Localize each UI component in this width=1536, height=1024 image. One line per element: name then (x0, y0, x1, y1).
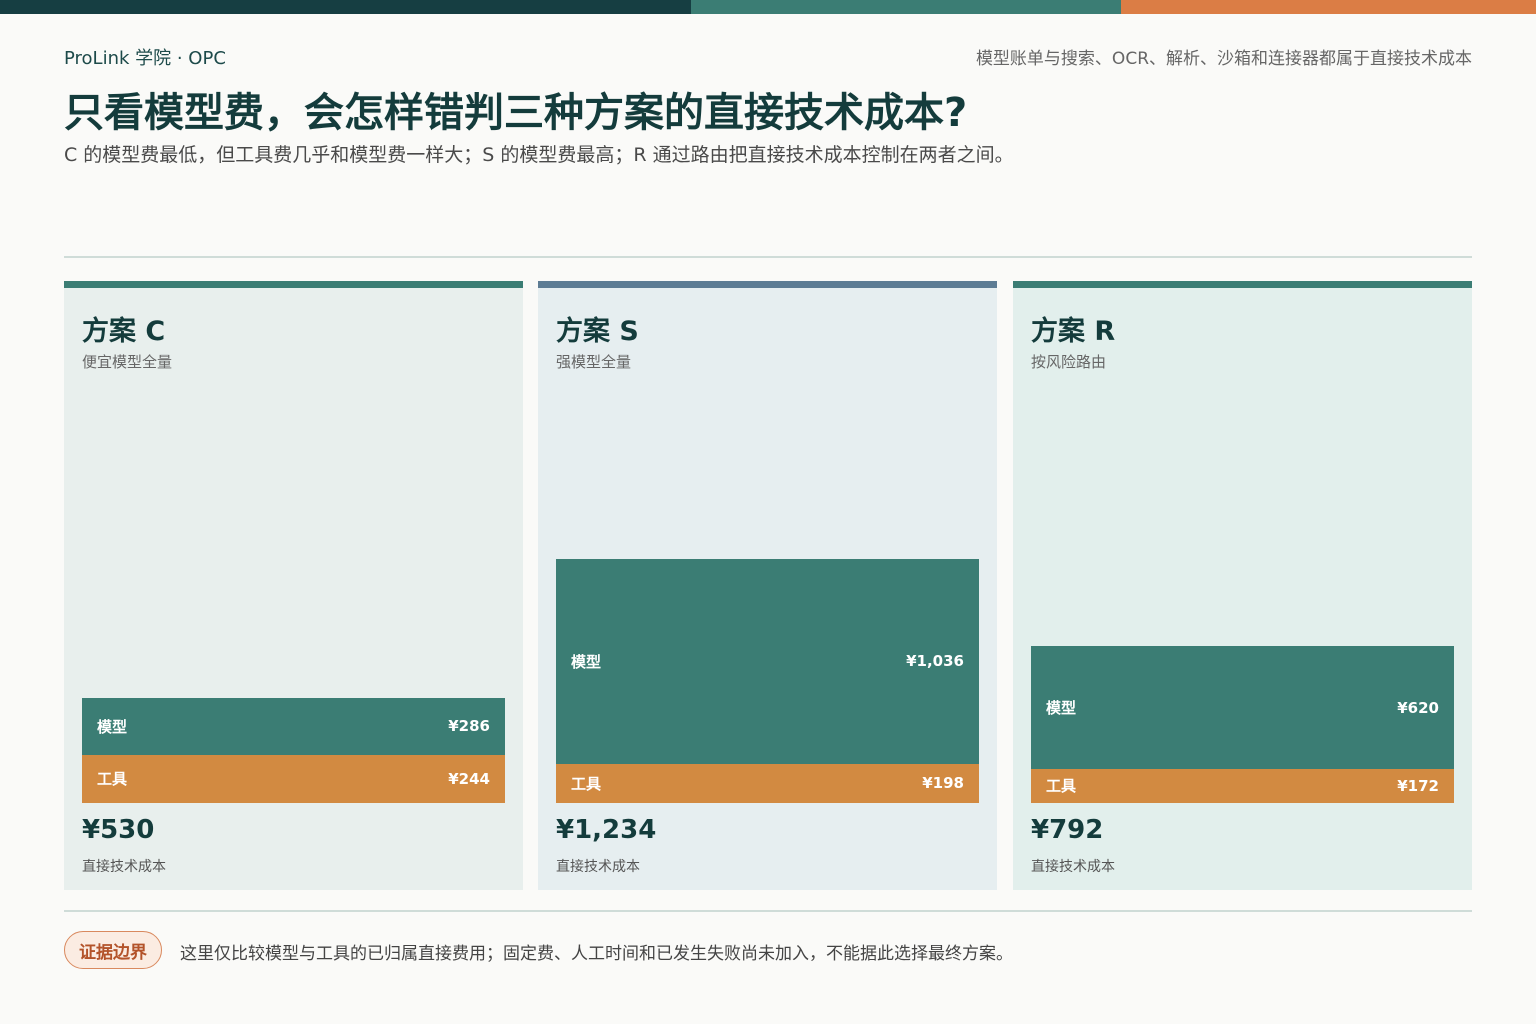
tool-cost-bar: 工具 ¥198 (556, 763, 979, 803)
tool-bar-label: 工具 (97, 770, 128, 789)
card-title: 方案 R (1031, 316, 1116, 347)
total-cost-label: 直接技术成本 (556, 859, 640, 875)
divider-top (64, 256, 1472, 258)
card-title: 方案 S (556, 316, 639, 347)
top-bar-segment-3 (1121, 0, 1536, 14)
model-bar-label: 模型 (1046, 699, 1077, 718)
footer-note: 这里仅比较模型与工具的已归属直接费用；固定费、人工时间和已发生失败尚未加入，不能… (180, 944, 1013, 964)
card-subtitle: 按风险路由 (1031, 353, 1107, 371)
total-cost-label: 直接技术成本 (82, 859, 166, 875)
top-color-bar (0, 0, 1536, 14)
model-cost-bar: 模型 ¥1,036 (556, 558, 979, 764)
model-cost-bar: 模型 ¥286 (82, 698, 505, 755)
card-accent-bar (1013, 281, 1472, 288)
total-cost-label: 直接技术成本 (1031, 859, 1115, 875)
card-accent-bar (64, 281, 523, 288)
total-cost: ¥1,234 (556, 815, 657, 845)
divider-bottom (64, 910, 1472, 912)
top-bar-segment-1 (0, 0, 691, 14)
model-bar-value: ¥286 (448, 717, 490, 736)
model-bar-value: ¥620 (1397, 698, 1439, 717)
evidence-boundary-badge: 证据边界 (64, 931, 162, 969)
page-subtitle: C 的模型费最低，但工具费几乎和模型费一样大；S 的模型费最高；R 通过路由把直… (64, 144, 1014, 166)
top-bar-segment-2 (691, 0, 1121, 14)
total-cost: ¥792 (1031, 815, 1104, 845)
brand-label: ProLink 学院 · OPC (64, 48, 226, 69)
card-title: 方案 C (82, 316, 166, 347)
tool-cost-bar: 工具 ¥172 (1031, 768, 1454, 803)
model-bar-value: ¥1,036 (906, 652, 964, 671)
card-accent-bar (538, 281, 997, 288)
plan-card-s: 方案 S 强模型全量 模型 ¥1,036 工具 ¥198 ¥1,234 直接技术… (538, 281, 997, 890)
card-subtitle: 便宜模型全量 (82, 353, 173, 371)
tool-bar-label: 工具 (571, 774, 602, 793)
tool-bar-value: ¥198 (922, 774, 964, 793)
tool-bar-label: 工具 (1046, 777, 1077, 796)
tool-bar-value: ¥244 (448, 769, 490, 788)
total-cost: ¥530 (82, 815, 155, 845)
header-note: 模型账单与搜索、OCR、解析、沙箱和连接器都属于直接技术成本 (975, 49, 1472, 69)
tool-bar-value: ¥172 (1397, 776, 1439, 795)
plan-card-r: 方案 R 按风险路由 模型 ¥620 工具 ¥172 ¥792 直接技术成本 (1013, 281, 1472, 890)
model-bar-label: 模型 (97, 717, 128, 736)
model-bar-label: 模型 (571, 652, 602, 671)
plan-card-c: 方案 C 便宜模型全量 模型 ¥286 工具 ¥244 ¥530 直接技术成本 (64, 281, 523, 890)
card-subtitle: 强模型全量 (556, 353, 632, 371)
model-cost-bar: 模型 ¥620 (1031, 646, 1454, 769)
tool-cost-bar: 工具 ¥244 (82, 754, 505, 803)
page-title: 只看模型费，会怎样错判三种方案的直接技术成本? (64, 90, 968, 136)
